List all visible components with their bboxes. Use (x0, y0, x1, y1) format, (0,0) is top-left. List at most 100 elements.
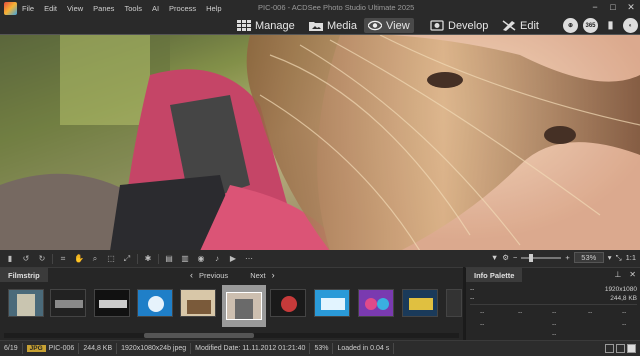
hand-icon[interactable]: ✋ (73, 253, 85, 264)
365-icon[interactable]: 365 (583, 18, 598, 33)
info-row-filesize: -- 244,8 KB (470, 295, 637, 302)
file-type-badge: JPG (26, 345, 46, 352)
globe-icon[interactable]: ⊕ (563, 18, 578, 33)
menu-bar: File Edit View Panes Tools AI Process He… (22, 4, 222, 13)
mode-edit[interactable]: Edit (498, 18, 543, 33)
close-button[interactable]: ✕ (622, 0, 640, 14)
view-mode-icon[interactable] (605, 344, 614, 353)
pin-icon[interactable]: ⊥ (614, 270, 621, 279)
histogram-icon[interactable]: ▤ (163, 253, 175, 264)
thumbnail-selected[interactable] (222, 285, 266, 327)
minimize-button[interactable]: − (586, 0, 604, 14)
main-photo (0, 35, 640, 250)
mode-develop-label: Develop (448, 19, 489, 32)
info-palette: Info Palette ⊥ ✕ -- 1920x1080 -- 244,8 K… (465, 267, 640, 340)
stats-icon[interactable]: ▮ (603, 18, 618, 33)
thumbnail[interactable] (94, 289, 130, 317)
view-mode-icon[interactable] (616, 344, 625, 353)
status-fileinfo: 1920x1080x24b jpeg (117, 343, 192, 354)
eye-icon (368, 20, 382, 31)
thumbnail[interactable] (446, 289, 462, 317)
close-icon[interactable]: ✕ (629, 270, 636, 279)
compare-icon[interactable]: ▥ (179, 253, 191, 264)
maximize-button[interactable]: □ (604, 0, 622, 14)
toolbar-divider (52, 253, 53, 264)
status-zoom: 53% (310, 343, 334, 354)
thumbnail[interactable] (8, 289, 44, 317)
mode-bar: Manage Media View Develop Edit ⊕ 365 ▮ ◐ (0, 17, 640, 34)
filmstrip-panel: Filmstrip ‹ Previous Next › (0, 267, 463, 340)
select-icon[interactable]: ⬚ (105, 253, 117, 264)
mode-develop[interactable]: Develop (426, 18, 492, 33)
crop-icon[interactable]: ⌗ (57, 253, 69, 264)
rotate-right-icon[interactable]: ↻ (36, 253, 48, 264)
menu-process[interactable]: Process (169, 4, 196, 13)
brush-icon (502, 20, 516, 31)
slideshow-icon[interactable]: ▶ (227, 253, 239, 264)
divider (470, 304, 637, 305)
zoom-in-icon[interactable]: + (565, 253, 569, 262)
zoom-slider-knob[interactable] (529, 253, 534, 262)
sound-icon[interactable]: ♪ (211, 253, 223, 264)
thumbnail[interactable] (180, 289, 216, 317)
thumbnail[interactable] (270, 289, 306, 317)
mode-media[interactable]: Media (305, 18, 361, 33)
status-filesize: 244,8 KB (79, 343, 118, 354)
thumbnail[interactable] (50, 289, 86, 317)
next-arrow-icon[interactable]: › (272, 270, 275, 280)
zoom-icon[interactable]: ⌕ (89, 253, 101, 264)
thumbnail[interactable] (402, 289, 438, 317)
menu-panes[interactable]: Panes (93, 4, 114, 13)
dashboard-icon[interactable]: ◐ (623, 18, 638, 33)
zoom-dropdown-icon[interactable]: ▾ (608, 253, 612, 262)
panel-toggle-icon[interactable]: ▮ (4, 253, 16, 264)
grid-icon (237, 20, 251, 31)
menu-tools[interactable]: Tools (124, 4, 142, 13)
status-load-time: Loaded in 0.04 s (333, 343, 395, 354)
next-button[interactable]: Next (250, 271, 265, 280)
menu-file[interactable]: File (22, 4, 34, 13)
actual-size-button[interactable]: 1:1 (626, 253, 636, 262)
mode-view[interactable]: View (364, 18, 414, 33)
rotate-left-icon[interactable]: ↺ (20, 253, 32, 264)
title-bar: File Edit View Panes Tools AI Process He… (0, 0, 640, 17)
color-icon[interactable]: ◉ (195, 253, 207, 264)
previous-arrow-icon[interactable]: ‹ (190, 270, 193, 280)
thumbnail[interactable] (314, 289, 350, 317)
mode-media-label: Media (327, 19, 357, 32)
image-viewer[interactable] (0, 34, 640, 250)
info-palette-tab[interactable]: Info Palette (466, 268, 523, 282)
zoom-value[interactable]: 53% (573, 252, 604, 263)
zoom-out-icon[interactable]: − (513, 253, 517, 262)
zoom-slider[interactable] (521, 253, 562, 262)
menu-view[interactable]: View (67, 4, 83, 13)
filmstrip-tab[interactable]: Filmstrip (0, 268, 48, 282)
folder-photo-icon (309, 22, 323, 31)
menu-help[interactable]: Help (206, 4, 221, 13)
dropdown-arrow-icon[interactable]: ▼ (491, 253, 498, 262)
scrollbar-thumb[interactable] (144, 333, 254, 338)
status-modified: Modified Date: 11.11.2012 01:21:40 (191, 343, 311, 354)
info-row-dimensions: -- 1920x1080 (470, 286, 637, 293)
status-bar: 6/19 JPG PIC-006 244,8 KB 1920x1080x24b … (0, 340, 640, 356)
view-mode-icon[interactable] (627, 344, 636, 353)
menu-edit[interactable]: Edit (44, 4, 57, 13)
mode-edit-label: Edit (520, 19, 539, 32)
menu-ai[interactable]: AI (152, 4, 159, 13)
fit-icon[interactable]: ⤢ (121, 253, 133, 264)
mode-manage-label: Manage (255, 19, 295, 32)
filmstrip-scrollbar[interactable] (4, 333, 459, 338)
toolbar-divider (158, 253, 159, 264)
mode-view-label: View (386, 19, 410, 32)
previous-button[interactable]: Previous (199, 271, 228, 280)
fit-screen-icon[interactable]: ⤡ (616, 253, 622, 263)
status-position: 6/19 (0, 343, 23, 354)
settings-icon[interactable]: ✱ (142, 253, 154, 264)
mode-manage[interactable]: Manage (233, 18, 299, 33)
gear-icon[interactable]: ⚙ (502, 253, 509, 262)
toolbar-divider (137, 253, 138, 264)
more-icon[interactable]: ⋯ (243, 253, 255, 264)
thumbnail[interactable] (358, 289, 394, 317)
thumbnail[interactable] (137, 289, 173, 317)
window-title: PIC-006 - ACDSee Photo Studio Ultimate 2… (258, 3, 415, 12)
